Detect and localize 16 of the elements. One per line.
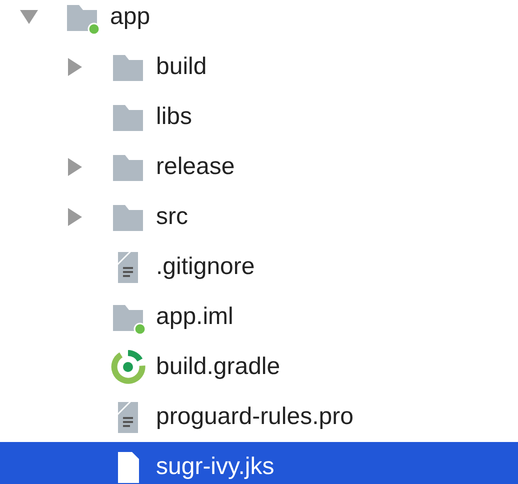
tree-item-label[interactable]: proguard-rules.pro: [156, 402, 354, 432]
selected-row-highlight[interactable]: sugr-ivy.jks: [0, 442, 518, 484]
collapsed-arrow-icon[interactable]: [67, 57, 83, 77]
tree-item-label[interactable]: src: [156, 202, 188, 232]
tree-item-label[interactable]: libs: [156, 102, 192, 132]
tree-item-label[interactable]: build: [156, 52, 207, 82]
tree-item-label[interactable]: app: [110, 2, 150, 32]
tree-item-label[interactable]: build.gradle: [156, 352, 280, 382]
tree-item-label[interactable]: .gitignore: [156, 252, 255, 282]
gradle-icon: [110, 349, 146, 385]
tree-item-label[interactable]: app.iml: [156, 302, 234, 332]
tree-item-label[interactable]: release: [156, 152, 235, 182]
collapsed-arrow-icon[interactable]: [67, 207, 83, 227]
tree-item-label[interactable]: sugr-ivy.jks: [156, 452, 274, 482]
expanded-arrow-icon[interactable]: [19, 9, 39, 25]
collapsed-arrow-icon[interactable]: [67, 157, 83, 177]
